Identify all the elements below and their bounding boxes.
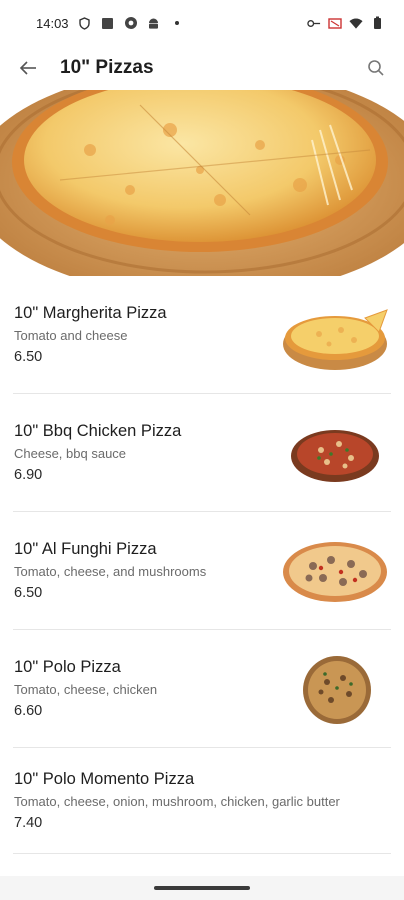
list-item[interactable]: 10" Polo Momento Pizza Tomato, cheese, o… bbox=[13, 748, 391, 854]
item-price: 6.50 bbox=[14, 585, 43, 601]
item-price: 6.50 bbox=[14, 349, 43, 365]
menu-list: 10" Margherita Pizza Tomato and cheese 6… bbox=[0, 276, 404, 854]
item-text: 10" Margherita Pizza Tomato and cheese 6… bbox=[13, 304, 279, 365]
screen-icon bbox=[328, 16, 342, 30]
wifi-icon bbox=[349, 16, 363, 30]
arrow-left-icon bbox=[18, 58, 38, 78]
item-name: 10" Bbq Chicken Pizza bbox=[14, 422, 182, 440]
item-price: 6.90 bbox=[14, 467, 43, 483]
item-text: 10" Bbq Chicken Pizza Cheese, bbq sauce … bbox=[13, 422, 279, 483]
android-icon bbox=[147, 16, 161, 30]
item-text: 10" Al Funghi Pizza Tomato, cheese, and … bbox=[13, 540, 279, 601]
item-thumbnail bbox=[279, 528, 391, 614]
item-text: 10" Polo Momento Pizza Tomato, cheese, o… bbox=[13, 770, 391, 831]
list-item[interactable]: 10" Bbq Chicken Pizza Cheese, bbq sauce … bbox=[13, 394, 391, 512]
item-price: 6.60 bbox=[14, 703, 43, 719]
search-button[interactable] bbox=[364, 56, 388, 80]
page-title: 10" Pizzas bbox=[60, 57, 154, 78]
item-name: 10" Al Funghi Pizza bbox=[14, 540, 157, 558]
back-button[interactable] bbox=[16, 56, 40, 80]
app-bar: 10" Pizzas bbox=[0, 46, 404, 90]
item-description: Tomato, cheese, chicken bbox=[14, 682, 158, 697]
item-thumbnail bbox=[279, 410, 391, 496]
item-name: 10" Margherita Pizza bbox=[14, 304, 167, 322]
item-thumbnail bbox=[279, 292, 391, 378]
list-item[interactable]: 10" Al Funghi Pizza Tomato, cheese, and … bbox=[13, 512, 391, 630]
home-gesture-handle[interactable] bbox=[154, 886, 250, 890]
list-item[interactable]: 10" Margherita Pizza Tomato and cheese 6… bbox=[13, 276, 391, 394]
item-thumbnail bbox=[279, 646, 391, 732]
item-price: 7.40 bbox=[14, 815, 43, 831]
item-description: Cheese, bbq sauce bbox=[14, 446, 127, 461]
status-right bbox=[307, 16, 384, 30]
item-description: Tomato, cheese, onion, mushroom, chicken… bbox=[14, 794, 340, 809]
item-name: 10" Polo Momento Pizza bbox=[14, 770, 195, 788]
key-icon bbox=[307, 16, 321, 30]
battery-icon bbox=[370, 16, 384, 30]
status-time: 14:03 bbox=[36, 15, 69, 31]
list-item[interactable]: 10" Polo Pizza Tomato, cheese, chicken 6… bbox=[13, 630, 391, 748]
hero-pizza-image bbox=[0, 90, 404, 276]
dot-icon bbox=[170, 16, 184, 30]
status-bar: 14:03 bbox=[0, 0, 404, 46]
square-app-icon bbox=[101, 16, 115, 30]
gesture-nav-bar bbox=[0, 876, 404, 900]
shield-icon bbox=[78, 16, 92, 30]
status-left: 14:03 bbox=[36, 16, 184, 31]
item-description: Tomato, cheese, and mushrooms bbox=[14, 564, 207, 579]
item-description: Tomato and cheese bbox=[14, 328, 128, 343]
gear-app-icon bbox=[124, 16, 138, 30]
item-text: 10" Polo Pizza Tomato, cheese, chicken 6… bbox=[13, 658, 279, 719]
search-icon bbox=[367, 59, 385, 77]
item-name: 10" Polo Pizza bbox=[14, 658, 121, 676]
